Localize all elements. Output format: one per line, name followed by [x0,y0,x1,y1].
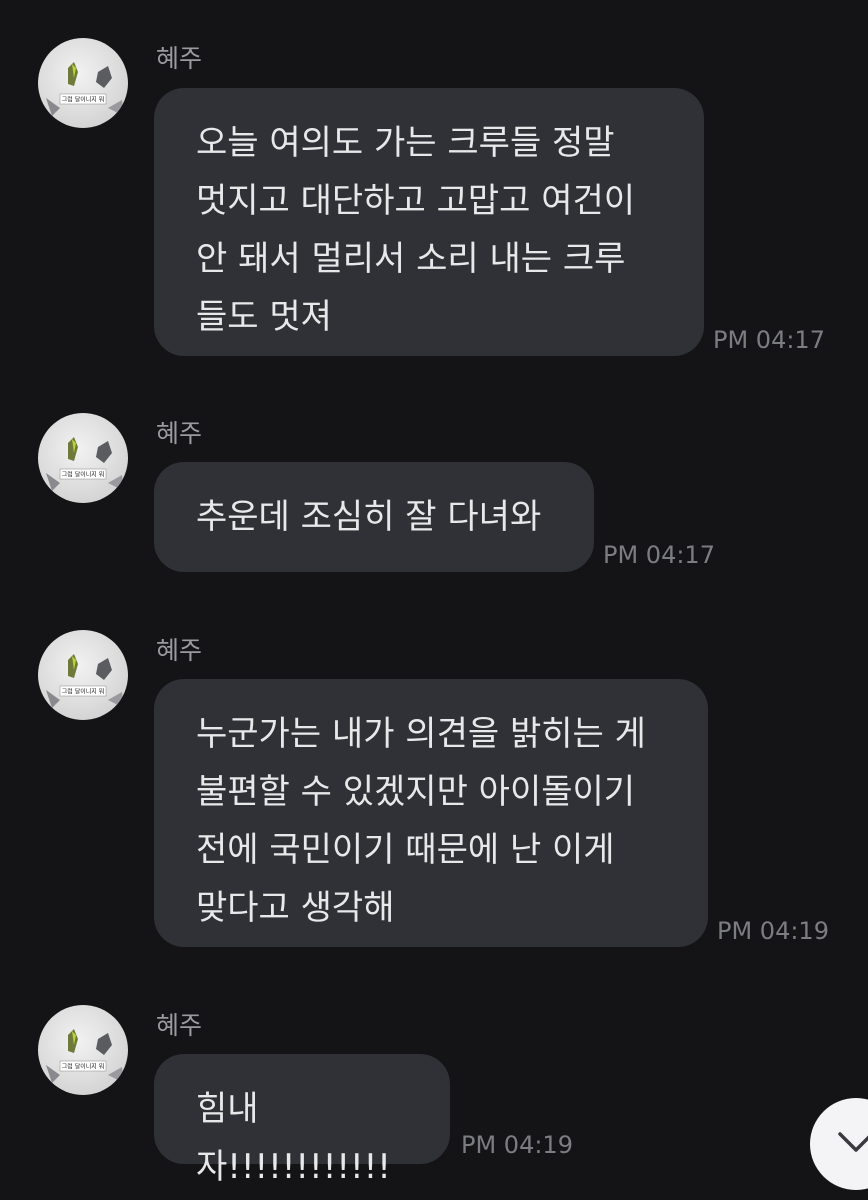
message-bubble[interactable]: 오늘 여의도 가는 크루들 정말 멋지고 대단하고 고맙고 여건이 안 돼서 멀… [154,88,704,356]
avatar-image: 그럼 달이니지 뭐 [46,62,124,116]
avatar-caption: 그럼 달이니지 뭐 [62,471,104,479]
message-bubble[interactable]: 누군가는 내가 의견을 밝히는 게 불편할 수 있겠지만 아이돌이기 전에 국민… [154,679,708,947]
message-time: PM 04:17 [603,541,715,569]
scroll-to-bottom-button[interactable] [810,1098,868,1190]
message-bubble[interactable]: 추운데 조심히 잘 다녀와 [154,462,594,572]
message-bubble[interactable]: 힘내자!!!!!!!!!!!! [154,1054,450,1187]
message-time: PM 04:17 [713,326,825,354]
message-time: PM 04:19 [717,917,829,945]
avatar[interactable]: 그럼 달이니지 뭐 [38,413,128,503]
avatar-image: 그럼 달이니지 뭐 [46,654,124,708]
sender-name: 혜주 [156,636,203,665]
avatar-caption: 그럼 달이니지 뭐 [62,1063,104,1071]
avatar[interactable]: 그럼 달이니지 뭐 [38,1005,128,1095]
message-time: PM 04:19 [461,1131,573,1159]
chevron-down-icon [838,1132,868,1152]
avatar[interactable]: 그럼 달이니지 뭐 [38,630,128,720]
avatar-caption: 그럼 달이니지 뭐 [62,688,104,696]
avatar-caption: 그럼 달이니지 뭐 [62,96,104,104]
avatar-image: 그럼 달이니지 뭐 [46,1029,124,1083]
sender-name: 혜주 [156,1011,203,1040]
avatar-image: 그럼 달이니지 뭐 [46,437,124,491]
sender-name: 혜주 [156,44,203,73]
avatar[interactable]: 그럼 달이니지 뭐 [38,38,128,128]
sender-name: 혜주 [156,419,203,448]
